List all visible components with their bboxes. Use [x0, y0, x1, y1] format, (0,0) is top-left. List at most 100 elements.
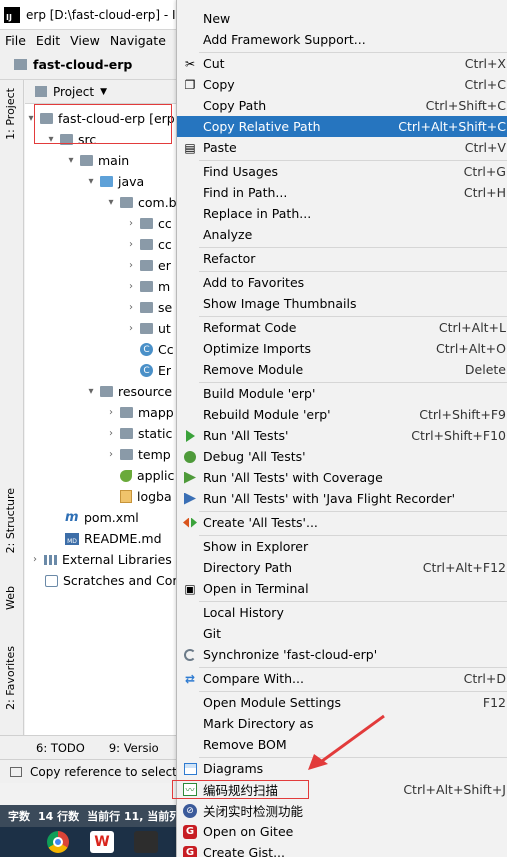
menu-item-run-all-tests[interactable]: Run 'All Tests' Ctrl+Shift+F10: [177, 425, 507, 446]
menu-item-show-in-explorer[interactable]: Show in Explorer: [177, 536, 507, 557]
chevron-right-icon[interactable]: ›: [29, 554, 41, 565]
menu-item-synchronize[interactable]: Synchronize 'fast-cloud-erp': [177, 644, 507, 665]
chevron-right-icon[interactable]: ›: [125, 218, 137, 229]
menu-item-run-with-jfr[interactable]: Run 'All Tests' with 'Java Flight Record…: [177, 488, 507, 509]
tree-item-label: applic: [137, 468, 175, 483]
menu-item-find-in-path[interactable]: Find in Path... Ctrl+H: [177, 182, 507, 203]
menu-item-create-gist[interactable]: G Create Gist...: [177, 842, 507, 857]
chevron-right-icon[interactable]: ›: [105, 428, 117, 439]
xml-file-icon: [120, 490, 132, 503]
project-view-selector[interactable]: Project: [53, 85, 94, 99]
menu-view[interactable]: View: [65, 33, 105, 48]
menu-item-refactor[interactable]: Refactor: [177, 248, 507, 269]
char-count: 字数: [8, 810, 30, 823]
menu-item-add-framework[interactable]: Add Framework Support...: [177, 29, 507, 50]
diagram-icon: [182, 761, 198, 777]
menu-item-add-to-favorites[interactable]: Add to Favorites: [177, 272, 507, 293]
taskbar-app-chrome[interactable]: [36, 827, 80, 857]
tab-favorites[interactable]: 2: Favorites: [4, 646, 17, 710]
chevron-right-icon[interactable]: ›: [125, 239, 137, 250]
tree-item-sub1[interactable]: › cc: [125, 213, 172, 234]
menu-item-open-module-settings[interactable]: Open Module Settings F12: [177, 692, 507, 713]
tree-item-java[interactable]: ▾ java: [85, 171, 144, 192]
menu-item-rebuild-module[interactable]: Rebuild Module 'erp' Ctrl+Shift+F9: [177, 404, 507, 425]
chevron-right-icon[interactable]: ›: [125, 260, 137, 271]
tree-item-label: logba: [137, 489, 172, 504]
menu-item-replace-in-path[interactable]: Replace in Path...: [177, 203, 507, 224]
menu-item-reformat-code[interactable]: Reformat Code Ctrl+Alt+L: [177, 317, 507, 338]
tree-item-pom[interactable]: m pom.xml: [65, 507, 139, 528]
chevron-down-icon[interactable]: ▾: [85, 176, 97, 187]
package-icon: [140, 218, 153, 229]
menu-item-show-image-thumbnails[interactable]: Show Image Thumbnails: [177, 293, 507, 314]
tree-item-readme[interactable]: MD README.md: [65, 528, 162, 549]
menu-item-local-history[interactable]: Local History: [177, 602, 507, 623]
menu-item-cut[interactable]: ✂ Cut Ctrl+X: [177, 53, 507, 74]
menu-item-create-all-tests[interactable]: Create 'All Tests'...: [177, 512, 507, 533]
taskbar-app-wps[interactable]: W: [80, 827, 124, 857]
tree-item-sub4[interactable]: › m: [125, 276, 170, 297]
package-icon: [140, 323, 153, 334]
chevron-right-icon[interactable]: ›: [125, 323, 137, 334]
tree-item-static[interactable]: › static: [105, 423, 172, 444]
menu-item-remove-module[interactable]: Remove Module Delete: [177, 359, 507, 380]
tree-item-main[interactable]: ▾ main: [65, 150, 129, 171]
tab-version-control[interactable]: 9: Versio: [109, 741, 159, 755]
tree-item-scratches[interactable]: Scratches and Cons: [45, 570, 187, 591]
tab-structure[interactable]: 2: Structure: [4, 488, 17, 553]
tree-item-sub3[interactable]: › er: [125, 255, 171, 276]
menu-item-find-usages[interactable]: Find Usages Ctrl+G: [177, 161, 507, 182]
tree-item-sub5[interactable]: › se: [125, 297, 172, 318]
chevron-down-icon[interactable]: ▾: [105, 197, 117, 208]
menu-edit[interactable]: Edit: [31, 33, 65, 48]
menu-item-copy-relative-path[interactable]: Copy Relative Path Ctrl+Alt+Shift+C: [177, 116, 507, 137]
taskbar-app-other[interactable]: [124, 827, 168, 857]
menu-item-git[interactable]: Git: [177, 623, 507, 644]
menu-file[interactable]: File: [0, 33, 31, 48]
tree-item-label: se: [158, 300, 173, 315]
tab-todo[interactable]: 6: TODO: [36, 741, 85, 755]
menu-item-debug-all-tests[interactable]: Debug 'All Tests': [177, 446, 507, 467]
chevron-right-icon[interactable]: ›: [105, 449, 117, 460]
window-title: erp [D:\fast-cloud-erp] - In: [26, 7, 184, 22]
menu-item-paste[interactable]: ▤ Paste Ctrl+V: [177, 137, 507, 158]
chevron-down-icon[interactable]: ▼: [100, 87, 107, 97]
tree-item-external-libraries[interactable]: › External Libraries: [29, 549, 172, 570]
menu-item-open-in-terminal[interactable]: ▣ Open in Terminal: [177, 578, 507, 599]
menu-item-copy[interactable]: ❐ Copy Ctrl+C: [177, 74, 507, 95]
tree-item-package[interactable]: ▾ com.b: [105, 192, 176, 213]
tree-item-resources[interactable]: ▾ resource: [85, 381, 172, 402]
tree-item-templates[interactable]: › temp: [105, 444, 171, 465]
chevron-down-icon[interactable]: ▾: [65, 155, 77, 166]
menu-item-copy-path[interactable]: Copy Path Ctrl+Shift+C: [177, 95, 507, 116]
tab-web[interactable]: Web: [4, 586, 17, 610]
tree-item-sub2[interactable]: › cc: [125, 234, 172, 255]
tree-item-class1[interactable]: C Cc: [140, 339, 174, 360]
menu-item-compare-with[interactable]: ⇄ Compare With... Ctrl+D: [177, 668, 507, 689]
chevron-down-icon[interactable]: ▾: [85, 386, 97, 397]
tree-item-application[interactable]: applic: [120, 465, 174, 486]
tree-item-class2[interactable]: C Er: [140, 360, 171, 381]
menu-item-directory-path[interactable]: Directory Path Ctrl+Alt+F12: [177, 557, 507, 578]
tab-project[interactable]: 1: Project: [4, 88, 17, 140]
menu-item-build-module[interactable]: Build Module 'erp': [177, 383, 507, 404]
intellij-logo-icon: IJ: [4, 6, 20, 23]
tree-item-label: static: [138, 426, 173, 441]
tree-item-mapper[interactable]: › mapp: [105, 402, 174, 423]
nav-project-crumb[interactable]: fast-cloud-erp: [33, 57, 132, 72]
menu-item-optimize-imports[interactable]: Optimize Imports Ctrl+Alt+O: [177, 338, 507, 359]
tree-item-label: README.md: [84, 531, 162, 546]
tree-item-sub6[interactable]: › ut: [125, 318, 171, 339]
menu-item-analyze[interactable]: Analyze: [177, 224, 507, 245]
menu-navigate[interactable]: Navigate: [105, 33, 171, 48]
menu-item-close-realtime-check[interactable]: ⊘ 关闭实时检测功能: [177, 800, 507, 821]
menu-item-new[interactable]: New: [177, 8, 507, 29]
chevron-right-icon[interactable]: ›: [125, 281, 137, 292]
tree-item-logback[interactable]: logba: [120, 486, 172, 507]
tree-item-label: cc: [158, 216, 172, 231]
chevron-right-icon[interactable]: ›: [105, 407, 117, 418]
menu-item-run-with-coverage[interactable]: Run 'All Tests' with Coverage: [177, 467, 507, 488]
chevron-right-icon[interactable]: ›: [125, 302, 137, 313]
java-class-icon: C: [140, 364, 153, 377]
menu-item-open-on-gitee[interactable]: G Open on Gitee: [177, 821, 507, 842]
